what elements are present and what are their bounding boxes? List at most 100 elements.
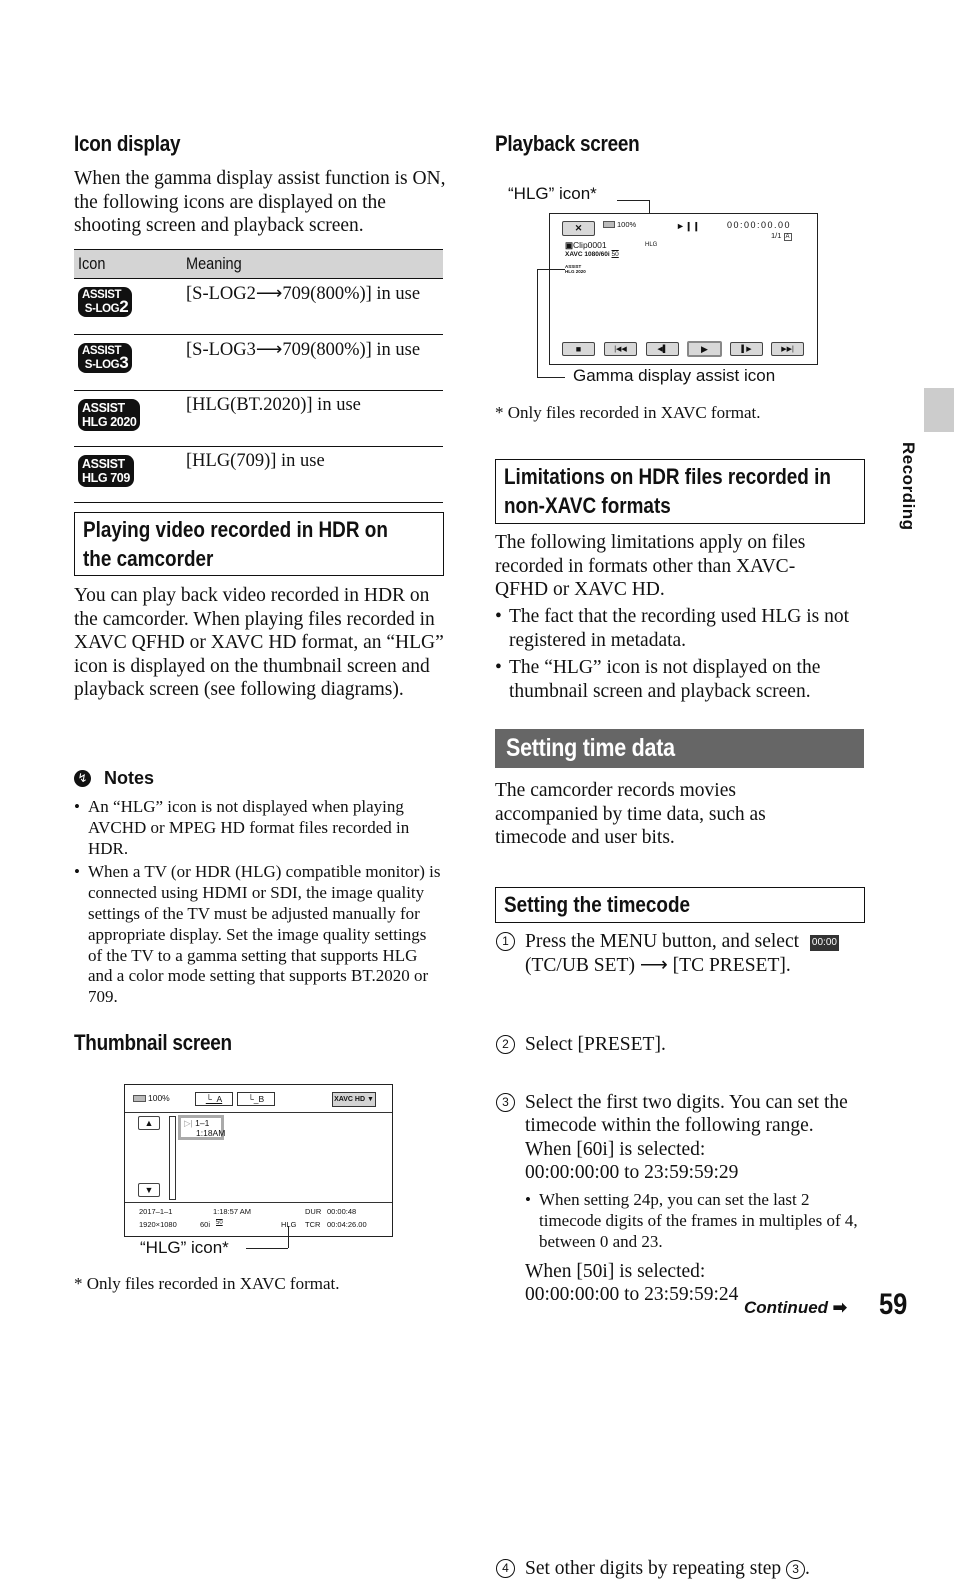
playback-screen-heading: Playback screen (495, 131, 639, 157)
assist-hlg2020-icon: ASSISTHLG 2020 (78, 399, 140, 431)
page-number: 59 (879, 1288, 907, 1322)
col-header-meaning: Meaning (182, 250, 443, 279)
limitations-body: The following limitations apply on files… (495, 531, 840, 602)
limitations-heading-line2: non-XAVC formats (504, 491, 807, 520)
icon-table-header: Icon Meaning (74, 250, 443, 279)
thumbnail-screen-diagram: 100% └_A └_B XAVC HD ▼ ▲ ▼ ▷| 1–1 1:18AM… (124, 1084, 393, 1237)
playback-footnote: * Only files recorded in XAVC format. (495, 401, 761, 425)
playing-hdr-body: You can play back video recorded in HDR … (74, 584, 444, 702)
previous-icon: |◀◀ (614, 345, 627, 353)
assist-hlg709-icon: ASSISTHLG 709 (78, 455, 134, 487)
limitation-item: The “HLG” icon is not displayed on the t… (495, 656, 860, 703)
table-row: ASSIST S-LOG3 [S-LOG3⟶709(800%)] in use (74, 335, 443, 391)
note-item: When a TV (or HDR (HLG) compatible monit… (74, 862, 444, 1008)
tc-ub-set-menu-icon: 00:00 (810, 935, 839, 951)
time-data-section-banner: Setting time data (495, 729, 864, 768)
arrow-right-icon: ➡ (833, 1298, 847, 1317)
gamma-assist-callout: Gamma display assist icon (573, 366, 775, 386)
playing-hdr-heading-line1: Playing video recorded in HDR on (83, 515, 386, 544)
frame-back-icon: ◀▌ (657, 345, 667, 353)
assist-slog2-icon: ASSIST S-LOG2 (78, 287, 132, 317)
side-tab-marker (924, 388, 954, 432)
step-number: 1 (496, 932, 515, 951)
hlg-callout-leader (246, 1248, 288, 1249)
notes-title: Notes (104, 768, 154, 789)
col-header-icon: Icon (74, 250, 182, 279)
meaning-cell: [HLG(709)] in use (182, 447, 443, 503)
range-60i: 00:00:00:00 to 23:59:59:29 (525, 1161, 890, 1185)
timecode-heading-box: Setting the timecode (495, 887, 865, 923)
playback-hlg-callout: “HLG” icon* (508, 184, 597, 204)
limitation-item: The fact that the recording used HLG is … (495, 605, 860, 652)
side-tab-label: Recording (898, 442, 918, 531)
step-1: 1 Press the MENU button, and select 00:0… (495, 930, 890, 977)
continued-label: Continued ➡ (744, 1298, 847, 1318)
meaning-cell: [S-LOG3⟶709(800%)] in use (182, 335, 443, 391)
step-number: 3 (496, 1093, 515, 1112)
frame-forward-button[interactable]: ▌▶ (730, 342, 763, 356)
scroll-down-button[interactable]: ▼ (138, 1183, 160, 1197)
frame-back-button[interactable]: ◀▌ (646, 342, 679, 356)
meaning-cell: [HLG(BT.2020)] in use (182, 391, 443, 447)
clip-resolution: 1920×1080 (139, 1220, 177, 1229)
icon-display-intro: When the gamma display assist function i… (74, 167, 446, 238)
battery-indicator: 100% (133, 1093, 170, 1103)
assist-slog3-icon: ASSIST S-LOG3 (78, 343, 132, 373)
next-icon: ▶▶| (781, 345, 794, 353)
playback-timecode: 00:00:00.00 (727, 220, 791, 230)
play-button[interactable]: ▶ (687, 341, 722, 357)
stop-icon: ■ (576, 344, 581, 354)
range-60i-label: When [60i] is selected: (525, 1138, 890, 1162)
thumbnail-footnote: * Only files recorded in XAVC format. (74, 1272, 340, 1296)
battery-icon (133, 1095, 146, 1102)
range-50i-label: When [50i] is selected: (525, 1260, 890, 1284)
table-row: ASSISTHLG 2020 [HLG(BT.2020)] in use (74, 391, 443, 447)
notes-warning-icon: ↯ (74, 770, 91, 787)
frame-forward-icon: ▌▶ (741, 345, 751, 353)
step-number: 4 (496, 1559, 515, 1578)
close-button[interactable]: ✕ (562, 221, 595, 236)
table-row: ASSISTHLG 709 [HLG(709)] in use (74, 447, 443, 503)
note-24p: When setting 24p, you can set the last 2… (525, 1189, 863, 1252)
play-pause-indicator: ►❙❙ (676, 221, 700, 232)
format-select[interactable]: XAVC HD ▼ (332, 1092, 376, 1107)
icon-display-heading: Icon display (74, 131, 180, 157)
stop-button[interactable]: ■ (562, 342, 595, 356)
clip-frame-rate: 60i (200, 1220, 210, 1229)
media-b-tab[interactable]: └_B (237, 1092, 275, 1106)
step-ref: 3 (786, 1560, 805, 1579)
notes-list: An “HLG” icon is not displayed when play… (74, 797, 444, 1008)
clip-counter: 1/1 A (771, 231, 792, 240)
meaning-cell: [S-LOG2⟶709(800%)] in use (182, 279, 443, 335)
dur-value: 00:00:48 (327, 1207, 356, 1216)
limitations-list: The fact that the recording used HLG is … (495, 605, 860, 703)
playing-hdr-heading-line2: the camcorder (83, 544, 386, 573)
step-3: 3 Select the first two digits. You can s… (495, 1091, 890, 1307)
table-row: ASSIST S-LOG2 [S-LOG2⟶709(800%)] in use (74, 279, 443, 335)
rate-badge: 50 (216, 1220, 223, 1226)
previous-button[interactable]: |◀◀ (604, 342, 637, 356)
step-number: 2 (496, 1035, 515, 1054)
clip-icon: ▣ (565, 240, 573, 250)
step-2: 2 Select [PRESET]. (495, 1033, 890, 1057)
playback-screen-diagram: ✕ 100% ►❙❙ 00:00:00.00 1/1 A HLG ▣Clip00… (549, 213, 818, 365)
scroll-up-button[interactable]: ▲ (138, 1116, 160, 1130)
playback-hlg-leader (617, 200, 649, 201)
clip-format: XAVC 1080/60i 50 (565, 251, 619, 258)
limitations-heading-box: Limitations on HDR files recorded in non… (495, 459, 865, 524)
next-button[interactable]: ▶▶| (771, 342, 804, 356)
dur-label: DUR (305, 1207, 321, 1216)
media-a-tab[interactable]: └_A (195, 1092, 233, 1106)
icon-table: Icon Meaning ASSIST S-LOG2 [S-LOG2⟶709(8… (74, 249, 443, 503)
clip-thumbnail[interactable]: ▷| 1–1 1:18AM (178, 1115, 224, 1140)
thumbnail-screen-heading: Thumbnail screen (74, 1030, 232, 1056)
battery-indicator: 100% (603, 220, 636, 229)
play-icon: ▶ (701, 344, 708, 355)
clip-date: 2017–1–1 (139, 1207, 172, 1216)
timecode-heading: Setting the timecode (504, 890, 807, 919)
scrollbar[interactable] (169, 1116, 176, 1200)
hlg-indicator: HLG (645, 242, 657, 248)
clip-time: 1:18:57 AM (213, 1207, 251, 1216)
gamma-assist-icon: ASSISTHLG 2020 (565, 264, 586, 274)
tcr-label: TCR (305, 1220, 320, 1229)
